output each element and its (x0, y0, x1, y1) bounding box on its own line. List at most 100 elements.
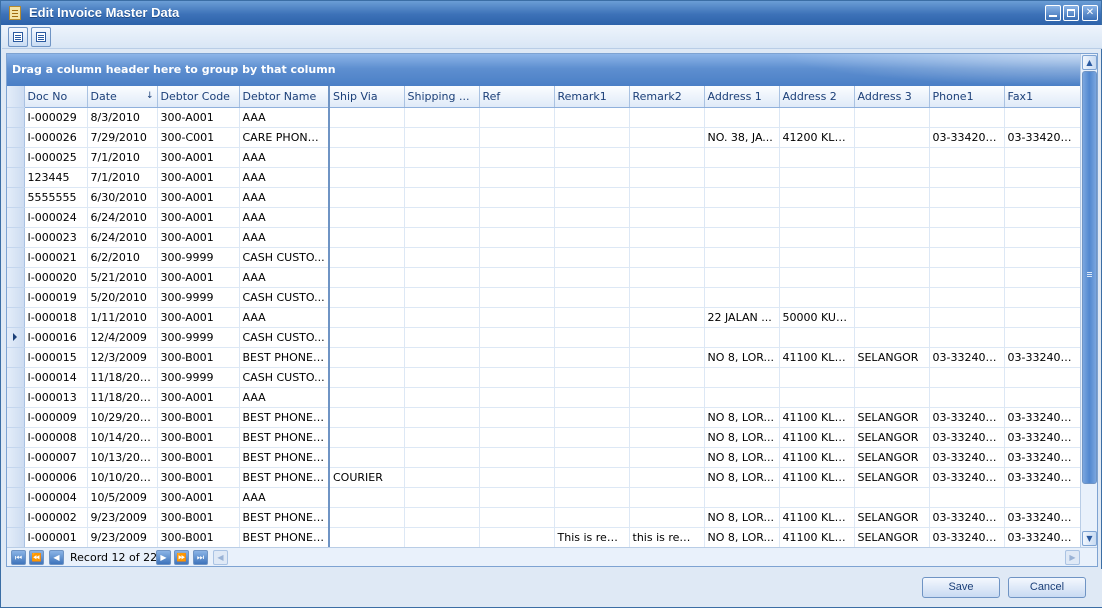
cell-remark2[interactable] (629, 227, 705, 248)
cell-debtor-name[interactable]: AAA (239, 207, 330, 228)
table-row[interactable]: I-000009 10/29/2009 300-B001 BEST PHONE S..… (7, 407, 1081, 428)
cell-fax1[interactable]: 03-33240078 (1004, 527, 1081, 548)
cell-address2[interactable] (779, 327, 855, 348)
cell-shipping[interactable] (404, 327, 480, 348)
row-indicator[interactable] (7, 167, 25, 188)
cell-remark1[interactable] (554, 347, 630, 368)
cell-debtor-code[interactable]: 300-A001 (157, 487, 240, 508)
cell-fax1[interactable]: 03-33240078 (1004, 427, 1081, 448)
cell-fax1[interactable] (1004, 267, 1081, 288)
cell-debtor-code[interactable]: 300-B001 (157, 427, 240, 448)
table-row[interactable]: I-000007 10/13/2009 300-B001 BEST PHONE S..… (7, 447, 1081, 468)
scroll-down-button[interactable]: ▼ (1082, 531, 1097, 546)
cell-remark2[interactable] (629, 107, 705, 128)
cell-doc-no[interactable]: I-000024 (24, 207, 88, 228)
cell-address3[interactable]: SELANGOR (854, 447, 930, 468)
cell-ref[interactable] (479, 327, 555, 348)
cell-ref[interactable] (479, 307, 555, 328)
table-row[interactable]: I-000029 8/3/2010 300-A001 AAA (7, 107, 1081, 128)
cell-address3[interactable] (854, 227, 930, 248)
cell-fax1[interactable]: 03-33420022 (1004, 127, 1081, 148)
first-record-button[interactable]: ⏮ (11, 550, 26, 565)
cell-address3[interactable] (854, 327, 930, 348)
prev-record-button[interactable]: ◀ (49, 550, 64, 565)
cell-address3[interactable]: SELANGOR (854, 407, 930, 428)
cell-debtor-name[interactable]: AAA (239, 487, 330, 508)
last-record-button[interactable]: ⏭ (193, 550, 208, 565)
cell-fax1[interactable] (1004, 207, 1081, 228)
cell-address1[interactable] (704, 147, 780, 168)
cell-debtor-code[interactable]: 300-B001 (157, 507, 240, 528)
cell-fax1[interactable] (1004, 107, 1081, 128)
cell-ref[interactable] (479, 107, 555, 128)
cell-fax1[interactable] (1004, 367, 1081, 388)
table-row[interactable]: 123445 7/1/2010 300-A001 AAA (7, 167, 1081, 188)
cell-ref[interactable] (479, 167, 555, 188)
row-indicator[interactable] (7, 507, 25, 528)
table-row[interactable]: I-000002 9/23/2009 300-B001 BEST PHONE S...… (7, 507, 1081, 528)
cell-date[interactable]: 9/23/2009 (87, 527, 158, 548)
column-header-debtor-name[interactable]: Debtor Name (239, 86, 330, 108)
cell-debtor-code[interactable]: 300-A001 (157, 307, 240, 328)
cell-ship-via[interactable] (329, 507, 405, 528)
cell-ship-via[interactable] (329, 207, 405, 228)
cell-address3[interactable] (854, 367, 930, 388)
cell-debtor-name[interactable]: BEST PHONE S... (239, 347, 330, 368)
cell-shipping[interactable] (404, 527, 480, 548)
cell-date[interactable]: 10/29/2009 (87, 407, 158, 428)
cell-address3[interactable]: SELANGOR (854, 507, 930, 528)
cell-ship-via[interactable] (329, 107, 405, 128)
cell-doc-no[interactable]: I-000013 (24, 387, 88, 408)
prev-page-button[interactable]: ⏪ (29, 550, 44, 565)
cell-ship-via[interactable] (329, 427, 405, 448)
cell-debtor-name[interactable]: CASH CUSTO... (239, 247, 330, 268)
cell-address3[interactable]: SELANGOR (854, 347, 930, 368)
row-indicator[interactable] (7, 467, 25, 488)
cell-address3[interactable] (854, 207, 930, 228)
maximize-button[interactable] (1063, 5, 1079, 21)
cell-ship-via[interactable] (329, 347, 405, 368)
row-indicator[interactable] (7, 367, 25, 388)
cell-shipping[interactable] (404, 467, 480, 488)
cell-shipping[interactable] (404, 507, 480, 528)
cell-address3[interactable] (854, 387, 930, 408)
cell-fax1[interactable] (1004, 287, 1081, 308)
cell-doc-no[interactable]: I-000015 (24, 347, 88, 368)
cell-address1[interactable] (704, 327, 780, 348)
cell-phone1[interactable]: 03-33240098 (929, 527, 1005, 548)
cell-doc-no[interactable]: I-000021 (24, 247, 88, 268)
table-row[interactable]: I-000008 10/14/2009 300-B001 BEST PHONE S..… (7, 427, 1081, 448)
cell-date[interactable]: 7/1/2010 (87, 147, 158, 168)
cell-date[interactable]: 10/13/2009 (87, 447, 158, 468)
cell-doc-no[interactable]: I-000018 (24, 307, 88, 328)
cell-ref[interactable] (479, 527, 555, 548)
cell-fax1[interactable]: 03-33240078 (1004, 467, 1081, 488)
card-view-button[interactable] (31, 27, 51, 47)
cell-remark2[interactable] (629, 247, 705, 268)
cell-shipping[interactable] (404, 447, 480, 468)
cell-debtor-code[interactable]: 300-9999 (157, 247, 240, 268)
group-by-panel[interactable]: Drag a column header here to group by th… (7, 54, 1080, 86)
row-indicator[interactable] (7, 307, 25, 328)
cell-shipping[interactable] (404, 287, 480, 308)
cell-ref[interactable] (479, 267, 555, 288)
cell-remark1[interactable] (554, 127, 630, 148)
cell-phone1[interactable] (929, 387, 1005, 408)
cell-debtor-code[interactable]: 300-B001 (157, 447, 240, 468)
cell-address1[interactable] (704, 167, 780, 188)
cell-phone1[interactable]: 03-33240098 (929, 407, 1005, 428)
cell-fax1[interactable] (1004, 387, 1081, 408)
cell-ref[interactable] (479, 287, 555, 308)
table-row[interactable]: I-000025 7/1/2010 300-A001 AAA (7, 147, 1081, 168)
cell-remark1[interactable] (554, 447, 630, 468)
cell-shipping[interactable] (404, 147, 480, 168)
cell-phone1[interactable]: 03-33420011 (929, 127, 1005, 148)
cell-debtor-name[interactable]: BEST PHONE S... (239, 447, 330, 468)
column-header-date[interactable]: Date ↓ (87, 86, 158, 108)
row-indicator[interactable] (7, 387, 25, 408)
cell-date[interactable]: 10/5/2009 (87, 487, 158, 508)
cell-debtor-code[interactable]: 300-B001 (157, 407, 240, 428)
table-row[interactable]: I-000021 6/2/2010 300-9999 CASH CUSTO... (7, 247, 1081, 268)
cell-shipping[interactable] (404, 427, 480, 448)
cell-shipping[interactable] (404, 227, 480, 248)
